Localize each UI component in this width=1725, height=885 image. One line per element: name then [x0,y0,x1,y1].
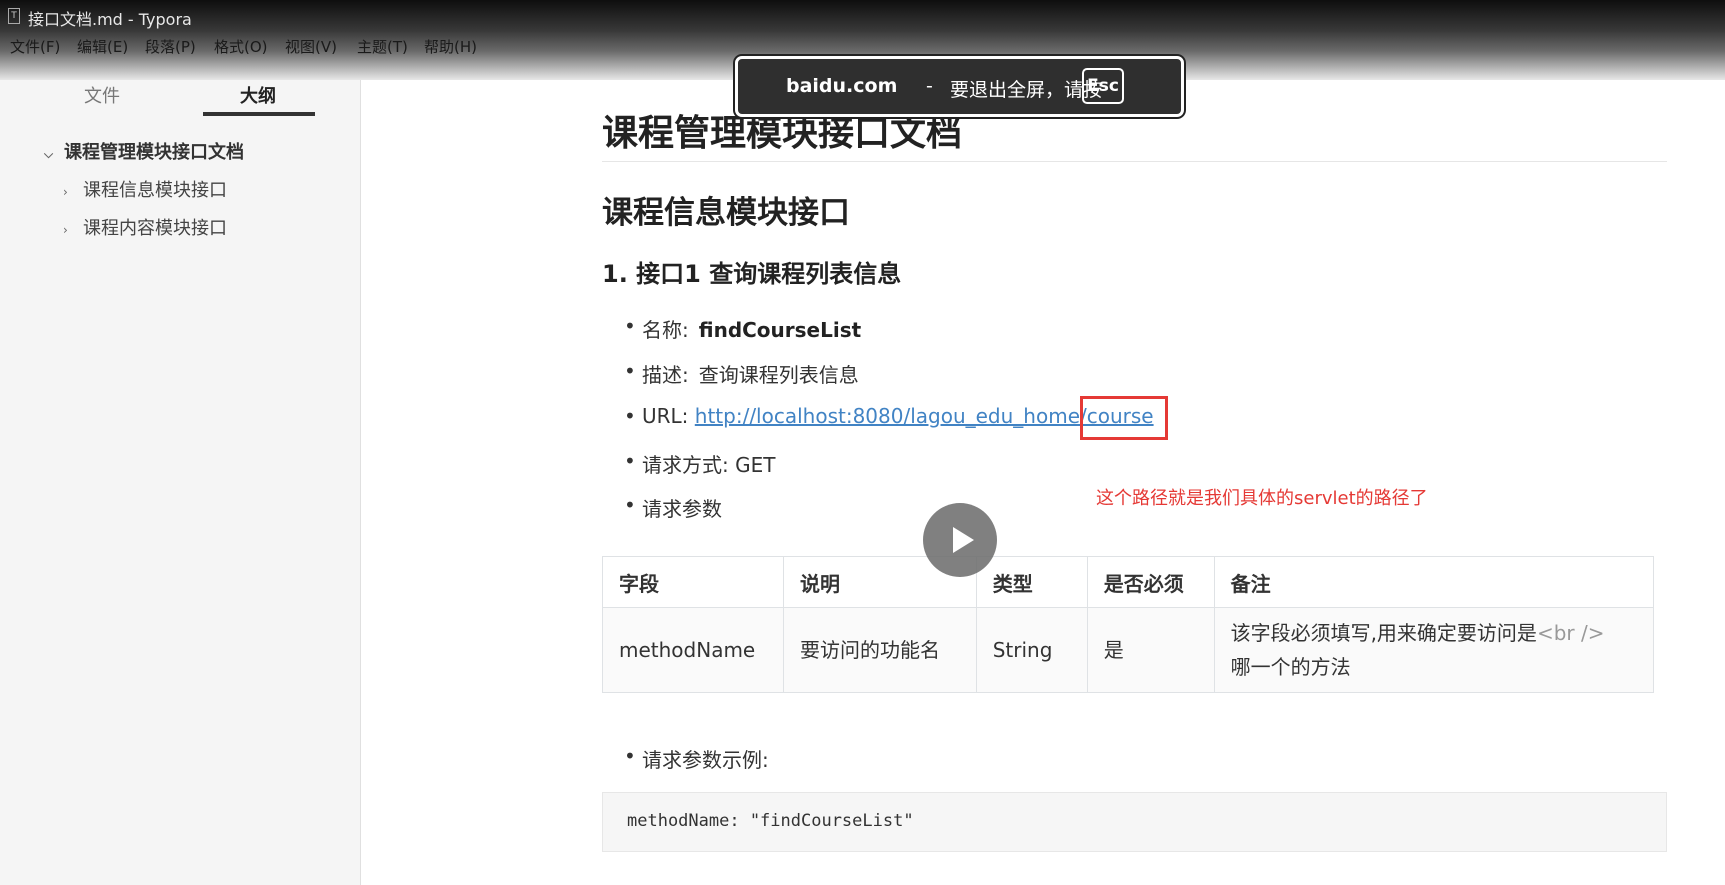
outline-item-label: 课程管理模块接口文档 [64,142,244,163]
cell-type: String [975,607,1088,693]
toast-message: 要退出全屏，请按 [950,79,1103,101]
chevron-right-icon[interactable]: › [63,185,77,199]
bullet-icon: • [624,359,636,383]
table-row: methodName 要访问的功能名 String 是 该字段必须填写,用来确定… [602,607,1655,693]
cell-note: 该字段必须填写,用来确定要访问是<br /> 哪一个的方法 [1213,607,1655,693]
menu-edit[interactable]: 编辑(E) [77,36,128,57]
menu-paragraph[interactable]: 段落(P) [145,36,196,57]
note-line-2: 哪一个的方法 [1230,655,1351,679]
active-tab-indicator [203,112,315,116]
play-button[interactable] [923,503,997,577]
bullet-icon: • [624,404,636,428]
note-line-1: 该字段必须填写,用来确定要访问是 [1230,621,1537,645]
bullet-icon: • [624,493,636,517]
outline-item-label: 课程信息模块接口 [83,180,227,201]
name-label: 名称: [642,318,689,342]
heading-divider [602,161,1667,162]
table-header: 备注 [1213,556,1655,608]
menu-theme[interactable]: 主题(T) [357,36,408,57]
fullscreen-toast: baidu.com - 要退出全屏，请按 Esc [735,56,1184,117]
menu-help[interactable]: 帮助(H) [424,36,477,57]
example-text: 请求参数示例: [642,748,769,772]
url-label: URL: [642,404,689,428]
outline-item-course-info[interactable]: › 课程信息模块接口 [63,176,227,202]
menu-file[interactable]: 文件(F) [10,36,60,57]
doc-heading-2: 课程信息模块接口 [602,195,850,231]
esc-key-badge: Esc [1082,68,1124,104]
doc-heading-3: 1. 接口1 查询课程列表信息 [602,260,902,288]
params-table: 字段 说明 类型 是否必须 备注 methodName 要访问的功能名 Stri… [602,556,1655,693]
table-header: 字段 [602,556,784,608]
note-br-tag: <br /> [1536,621,1605,645]
outline-item-label: 课程内容模块接口 [83,218,227,239]
cell-field: methodName [602,607,784,693]
sidebar: 文件 大纲 ⌵ 课程管理模块接口文档 › 课程信息模块接口 › 课程内容模块接口 [0,80,361,885]
params-text: 请求参数 [642,497,722,521]
annotation-text: 这个路径就是我们具体的servlet的路径了 [1096,488,1428,509]
tab-files[interactable]: 文件 [84,82,120,108]
toast-domain: baidu.com [786,75,898,97]
menu-view[interactable]: 视图(V) [285,36,337,57]
tab-outline[interactable]: 大纲 [240,82,276,108]
bullet-icon: • [624,449,636,473]
outline-item-course-content[interactable]: › 课程内容模块接口 [63,214,227,240]
outline-item-root[interactable]: ⌵ 课程管理模块接口文档 [44,138,244,164]
chevron-right-icon[interactable]: › [63,223,77,237]
chevron-down-icon[interactable]: ⌵ [44,147,58,162]
toast-separator: - [926,75,933,97]
menu-format[interactable]: 格式(O) [214,36,268,57]
bullet-icon: • [624,314,636,338]
desc-label: 描述: [642,363,689,387]
red-highlight-box [1080,396,1168,440]
cell-required: 是 [1086,607,1215,693]
play-icon [953,527,974,553]
desc-value: 查询课程列表信息 [698,363,859,387]
table-header-row: 字段 说明 类型 是否必须 备注 [602,556,1655,608]
title-bar: T 接口文档.md - Typora [0,0,1725,32]
typora-app-icon: T [8,8,20,24]
method-text: 请求方式: GET [642,453,776,477]
cell-desc: 要访问的功能名 [782,607,977,693]
code-block[interactable]: methodName: "findCourseList" [602,792,1667,852]
bullet-icon: • [624,744,636,768]
window-title: 接口文档.md - Typora [28,10,192,29]
table-header: 是否必须 [1086,556,1215,608]
name-value: findCourseList [698,318,862,342]
